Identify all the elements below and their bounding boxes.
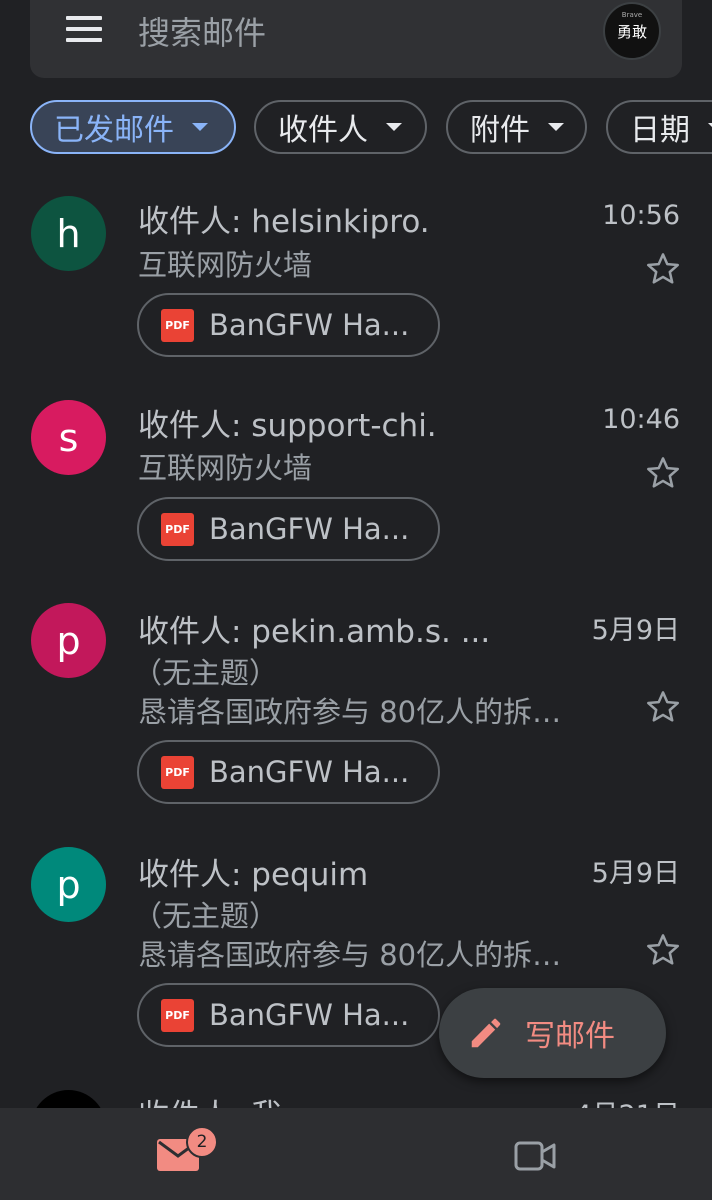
pdf-icon: PDF xyxy=(161,308,194,342)
chip-sent[interactable]: 已发邮件 xyxy=(30,100,236,154)
email-subject: （无主题） xyxy=(133,899,279,933)
attachment-chip[interactable]: PDF BanGFW Ha... xyxy=(137,740,440,804)
email-subject: 互联网防火墙 xyxy=(138,451,313,485)
star-icon[interactable] xyxy=(644,454,682,492)
attachment-name: BanGFW Ha... xyxy=(209,755,410,789)
bottom-navigation: 2 xyxy=(0,1108,712,1200)
chip-attachment[interactable]: 附件 xyxy=(446,100,587,154)
chip-label: 收件人 xyxy=(278,113,368,148)
menu-icon[interactable] xyxy=(66,16,102,44)
compose-label: 写邮件 xyxy=(525,1019,615,1054)
email-time: 10:56 xyxy=(602,200,680,231)
account-avatar-text: 勇敢 xyxy=(616,22,647,41)
pdf-icon: PDF xyxy=(161,998,194,1032)
star-icon[interactable] xyxy=(644,250,682,288)
email-subject: 互联网防火墙 xyxy=(138,248,313,282)
star-icon[interactable] xyxy=(644,931,682,969)
video-camera-icon[interactable] xyxy=(514,1140,556,1172)
attachment-name: BanGFW Ha... xyxy=(209,512,410,546)
account-avatar-small-text: Brave xyxy=(621,11,643,19)
sender-avatar[interactable]: s xyxy=(31,400,106,475)
chip-recipient[interactable]: 收件人 xyxy=(254,100,427,154)
star-icon[interactable] xyxy=(644,688,682,726)
sender-avatar[interactable]: p xyxy=(31,847,106,922)
chevron-down-icon xyxy=(708,123,712,131)
email-time: 10:46 xyxy=(602,404,680,435)
email-snippet: 恳请各国政府参与 80亿人的拆… xyxy=(138,938,562,972)
chevron-down-icon xyxy=(192,123,208,131)
email-snippet: 恳请各国政府参与 80亿人的拆… xyxy=(138,695,562,729)
email-sender: 收件人: pequim xyxy=(138,857,369,893)
chip-label: 日期 xyxy=(630,113,690,148)
search-input[interactable]: 搜索邮件 xyxy=(138,8,266,54)
unread-badge: 2 xyxy=(186,1126,218,1158)
email-time: 5月9日 xyxy=(591,858,680,889)
email-time: 5月9日 xyxy=(591,615,680,646)
attachment-chip[interactable]: PDF BanGFW Ha... xyxy=(137,293,440,357)
pencil-icon xyxy=(471,1018,501,1048)
email-sender: 收件人: pekin.amb.s. ... xyxy=(138,614,491,650)
chevron-down-icon xyxy=(548,123,564,131)
chip-date[interactable]: 日期 xyxy=(606,100,712,154)
attachment-name: BanGFW Ha... xyxy=(209,308,410,342)
attachment-chip[interactable]: PDF BanGFW Ha... xyxy=(137,983,440,1047)
email-sender: 收件人: helsinkipro. xyxy=(138,204,430,240)
sender-avatar[interactable]: p xyxy=(31,603,106,678)
account-avatar[interactable]: Brave 勇敢 xyxy=(603,2,661,60)
attachment-chip[interactable]: PDF BanGFW Ha... xyxy=(137,497,440,561)
email-sender: 收件人: support-chi. xyxy=(138,408,437,444)
search-bar[interactable]: 搜索邮件 Brave 勇敢 xyxy=(30,0,682,78)
compose-button[interactable]: 写邮件 xyxy=(439,988,666,1078)
chip-label: 已发邮件 xyxy=(54,113,174,148)
email-subject: （无主题） xyxy=(133,656,279,690)
chevron-down-icon xyxy=(386,123,402,131)
pdf-icon: PDF xyxy=(161,755,194,789)
pdf-icon: PDF xyxy=(161,512,194,546)
attachment-name: BanGFW Ha... xyxy=(209,998,410,1032)
sender-avatar[interactable]: h xyxy=(31,196,106,271)
chip-label: 附件 xyxy=(470,113,530,148)
